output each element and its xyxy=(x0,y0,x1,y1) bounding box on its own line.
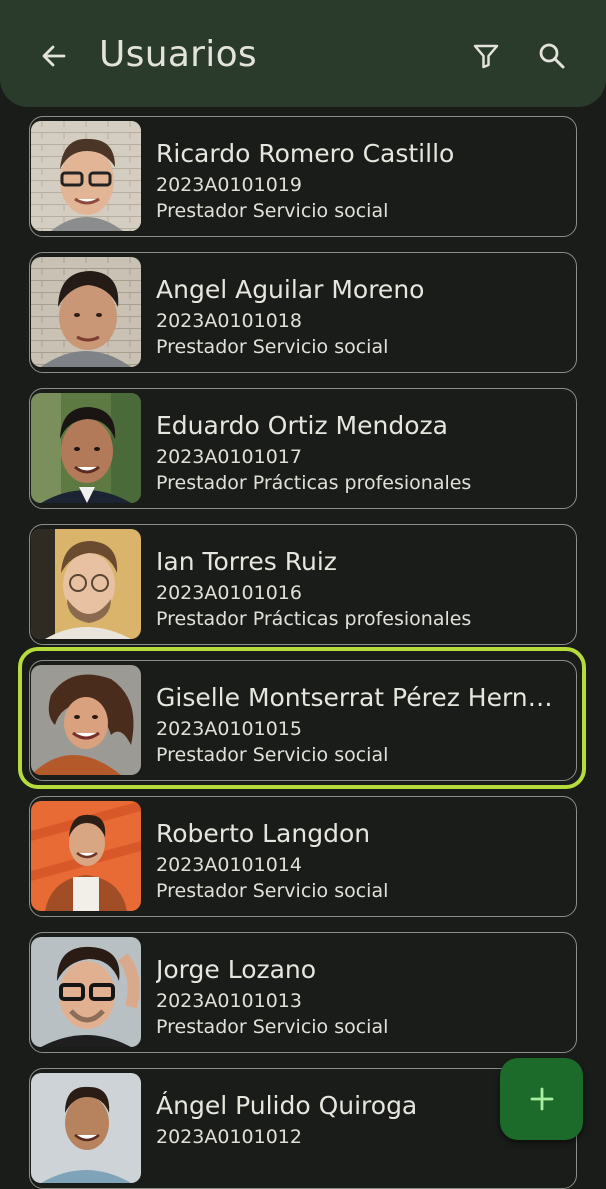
plus-icon xyxy=(530,1087,553,1111)
user-code: 2023A0101016 xyxy=(156,582,302,604)
user-role: Prestador Servicio social xyxy=(156,336,389,358)
user-role: Prestador Prácticas profesionales xyxy=(156,472,472,494)
user-card[interactable]: Ricardo Romero Castillo 2023A0101019 Pre… xyxy=(29,116,577,237)
user-avatar xyxy=(31,529,141,639)
user-avatar xyxy=(31,1073,141,1183)
add-user-button[interactable] xyxy=(500,1058,583,1140)
user-code: 2023A0101019 xyxy=(156,174,302,196)
user-code: 2023A0101013 xyxy=(156,990,302,1012)
filter-icon[interactable] xyxy=(468,38,504,74)
arrow-left-icon[interactable] xyxy=(36,38,72,74)
user-name: Eduardo Ortiz Mendoza xyxy=(156,411,448,440)
user-card[interactable]: Eduardo Ortiz Mendoza 2023A0101017 Prest… xyxy=(29,388,577,509)
user-avatar xyxy=(31,665,141,775)
user-role: Prestador Prácticas profesionales xyxy=(156,608,472,630)
user-card[interactable]: Angel Aguilar Moreno 2023A0101018 Presta… xyxy=(29,252,577,373)
user-code: 2023A0101014 xyxy=(156,854,302,876)
user-card[interactable]: Ángel Pulido Quiroga 2023A0101012 xyxy=(29,1068,577,1189)
user-name: Ian Torres Ruiz xyxy=(156,547,337,576)
user-code: 2023A0101015 xyxy=(156,718,302,740)
user-role: Prestador Servicio social xyxy=(156,1016,389,1038)
user-role: Prestador Servicio social xyxy=(156,200,389,222)
user-avatar xyxy=(31,121,141,231)
user-role: Prestador Servicio social xyxy=(156,744,389,766)
user-avatar xyxy=(31,393,141,503)
user-list: Ricardo Romero Castillo 2023A0101019 Pre… xyxy=(0,0,606,1189)
user-avatar xyxy=(31,801,141,911)
top-app-bar: Usuarios xyxy=(0,0,606,107)
user-name: Ricardo Romero Castillo xyxy=(156,139,455,168)
user-role: Prestador Servicio social xyxy=(156,880,389,902)
page-title: Usuarios xyxy=(99,34,257,75)
user-name: Giselle Montserrat Pérez Hern… xyxy=(156,683,553,712)
user-name: Jorge Lozano xyxy=(156,955,317,984)
user-avatar xyxy=(31,257,141,367)
user-name: Roberto Langdon xyxy=(156,819,371,848)
user-code: 2023A0101018 xyxy=(156,310,302,332)
search-icon[interactable] xyxy=(534,38,570,74)
user-code: 2023A0101012 xyxy=(156,1126,302,1148)
user-card[interactable]: Roberto Langdon 2023A0101014 Prestador S… xyxy=(29,796,577,917)
user-name: Angel Aguilar Moreno xyxy=(156,275,425,304)
user-code: 2023A0101017 xyxy=(156,446,302,468)
user-avatar xyxy=(31,937,141,1047)
user-card[interactable]: Ian Torres Ruiz 2023A0101016 Prestador P… xyxy=(29,524,577,645)
user-card[interactable]: Jorge Lozano 2023A0101013 Prestador Serv… xyxy=(29,932,577,1053)
user-card-selected[interactable]: Giselle Montserrat Pérez Hern… 2023A0101… xyxy=(29,660,577,781)
